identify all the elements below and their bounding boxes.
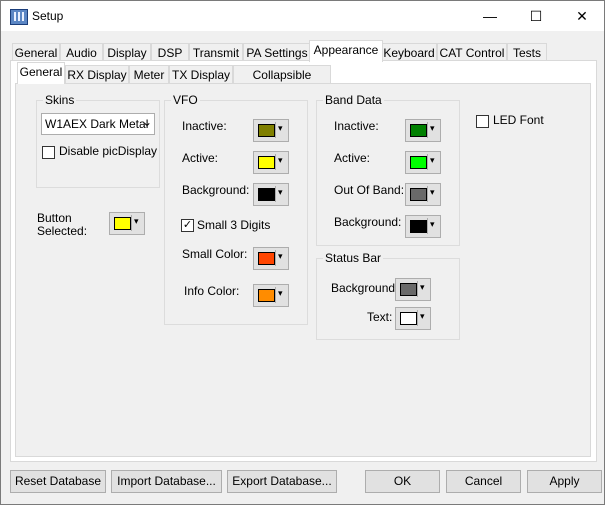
picker-separator bbox=[275, 122, 276, 138]
vfo-inactive-color-picker[interactable]: ▾ bbox=[253, 119, 289, 142]
button-selected-swatch bbox=[114, 217, 131, 230]
band-data-group: Band Data Inactive: ▾ Active: ▾ Out Of B… bbox=[316, 93, 460, 246]
dropdown-icon: ▾ bbox=[278, 187, 283, 197]
button-selected-label-1: Button bbox=[37, 211, 72, 225]
dropdown-icon: ▾ bbox=[134, 216, 139, 226]
small-3-digits-checkbox[interactable]: ✓ bbox=[181, 219, 194, 232]
band-active-color-picker[interactable]: ▾ bbox=[405, 151, 441, 174]
band-data-group-label: Band Data bbox=[323, 93, 384, 107]
status-background-label: Background: bbox=[331, 281, 399, 295]
apply-button[interactable]: Apply bbox=[527, 470, 602, 493]
picker-separator bbox=[427, 122, 428, 138]
appearance-panel: General RX Display Meter TX Display Coll… bbox=[10, 60, 597, 462]
picker-separator bbox=[275, 186, 276, 202]
subtab-rx-display[interactable]: RX Display bbox=[65, 65, 129, 84]
band-background-swatch bbox=[410, 220, 427, 233]
band-inactive-swatch bbox=[410, 124, 427, 137]
band-background-color-picker[interactable]: ▾ bbox=[405, 215, 441, 238]
dropdown-icon: ▾ bbox=[430, 155, 435, 165]
vfo-info-color-label: Info Color: bbox=[184, 284, 240, 298]
vfo-info-swatch bbox=[258, 289, 275, 302]
import-database-button[interactable]: Import Database... bbox=[111, 470, 222, 493]
vfo-small-swatch bbox=[258, 252, 275, 265]
band-inactive-color-picker[interactable]: ▾ bbox=[405, 119, 441, 142]
subtab-collapsible-display[interactable]: Collapsible Display bbox=[233, 65, 331, 100]
vfo-group: VFO Inactive: ▾ Active: ▾ Background: ▾ … bbox=[164, 93, 308, 325]
cancel-button[interactable]: Cancel bbox=[446, 470, 521, 493]
tab-appearance[interactable]: Appearance bbox=[309, 40, 383, 62]
picker-separator bbox=[417, 281, 418, 297]
dropdown-icon: ▾ bbox=[430, 187, 435, 197]
button-selected-label-2: Selected: bbox=[37, 224, 88, 238]
band-out-swatch bbox=[410, 188, 427, 201]
disable-picdisplay-checkbox[interactable] bbox=[42, 146, 55, 159]
subtab-meter[interactable]: Meter bbox=[129, 65, 169, 84]
picker-separator bbox=[275, 287, 276, 303]
vfo-background-color-picker[interactable]: ▾ bbox=[253, 183, 289, 206]
vfo-inactive-label: Inactive: bbox=[182, 119, 227, 133]
window-title: Setup bbox=[32, 9, 64, 23]
picker-separator bbox=[275, 250, 276, 266]
skins-selected: W1AEX Dark Metal bbox=[45, 117, 149, 131]
maximize-button[interactable]: ☐ bbox=[513, 1, 559, 31]
band-background-label: Background: bbox=[334, 215, 402, 229]
dropdown-icon: ▾ bbox=[420, 311, 425, 321]
picker-separator bbox=[427, 186, 428, 202]
title-bar: Setup — ☐ ✕ bbox=[1, 1, 604, 31]
vfo-active-label: Active: bbox=[182, 151, 219, 165]
picker-separator bbox=[131, 215, 132, 231]
dropdown-icon: ▾ bbox=[278, 288, 283, 298]
status-text-swatch bbox=[400, 312, 417, 325]
dropdown-icon: ▾ bbox=[278, 251, 283, 261]
minimize-button[interactable]: — bbox=[467, 1, 513, 31]
export-database-button[interactable]: Export Database... bbox=[227, 470, 337, 493]
vfo-background-label: Background: bbox=[182, 183, 250, 197]
status-text-color-picker[interactable]: ▾ bbox=[395, 307, 431, 330]
disable-picdisplay-label: Disable picDisplay bbox=[59, 144, 158, 158]
combo-arrow-icon: ⌄ bbox=[142, 115, 153, 129]
dropdown-icon: ▾ bbox=[278, 123, 283, 133]
band-out-of-band-label: Out Of Band: bbox=[334, 183, 405, 197]
close-button[interactable]: ✕ bbox=[559, 1, 605, 31]
picker-separator bbox=[427, 218, 428, 234]
dropdown-icon: ▾ bbox=[430, 123, 435, 133]
ok-button[interactable]: OK bbox=[365, 470, 440, 493]
status-bar-group: Status Bar Background: ▾ Text: ▾ bbox=[316, 251, 460, 340]
band-out-of-band-color-picker[interactable]: ▾ bbox=[405, 183, 441, 206]
vfo-inactive-swatch bbox=[258, 124, 275, 137]
vfo-active-swatch bbox=[258, 156, 275, 169]
reset-database-button[interactable]: Reset Database bbox=[10, 470, 106, 493]
status-bar-group-label: Status Bar bbox=[323, 251, 384, 265]
dropdown-icon: ▾ bbox=[278, 155, 283, 165]
skins-group: Skins W1AEX Dark Metal ⌄ Disable picDisp… bbox=[36, 93, 160, 188]
small-3-digits-label: Small 3 Digits bbox=[197, 218, 271, 232]
general-subpanel: Skins W1AEX Dark Metal ⌄ Disable picDisp… bbox=[15, 83, 591, 457]
app-icon bbox=[10, 9, 28, 25]
subtab-tx-display[interactable]: TX Display bbox=[169, 65, 233, 84]
band-inactive-label: Inactive: bbox=[334, 119, 379, 133]
band-active-swatch bbox=[410, 156, 427, 169]
skins-group-label: Skins bbox=[43, 93, 77, 107]
subtab-general[interactable]: General bbox=[17, 62, 65, 84]
vfo-background-swatch bbox=[258, 188, 275, 201]
skins-dropdown[interactable]: W1AEX Dark Metal ⌄ bbox=[41, 113, 155, 135]
picker-separator bbox=[417, 310, 418, 326]
led-font-label: LED Font bbox=[493, 113, 544, 127]
band-active-label: Active: bbox=[334, 151, 371, 165]
status-background-color-picker[interactable]: ▾ bbox=[395, 278, 431, 301]
setup-window: Setup — ☐ ✕ General Audio Display DSP Tr… bbox=[0, 0, 605, 505]
dropdown-icon: ▾ bbox=[430, 219, 435, 229]
vfo-small-color-picker[interactable]: ▾ bbox=[253, 247, 289, 270]
status-background-swatch bbox=[400, 283, 417, 296]
vfo-group-label: VFO bbox=[171, 93, 200, 107]
vfo-active-color-picker[interactable]: ▾ bbox=[253, 151, 289, 174]
button-selected-color-picker[interactable]: ▾ bbox=[109, 212, 145, 235]
dropdown-icon: ▾ bbox=[420, 282, 425, 292]
led-font-checkbox[interactable] bbox=[476, 115, 489, 128]
vfo-info-color-picker[interactable]: ▾ bbox=[253, 284, 289, 307]
vfo-small-color-label: Small Color: bbox=[182, 247, 248, 261]
picker-separator bbox=[427, 154, 428, 170]
picker-separator bbox=[275, 154, 276, 170]
status-text-label: Text: bbox=[367, 310, 393, 324]
